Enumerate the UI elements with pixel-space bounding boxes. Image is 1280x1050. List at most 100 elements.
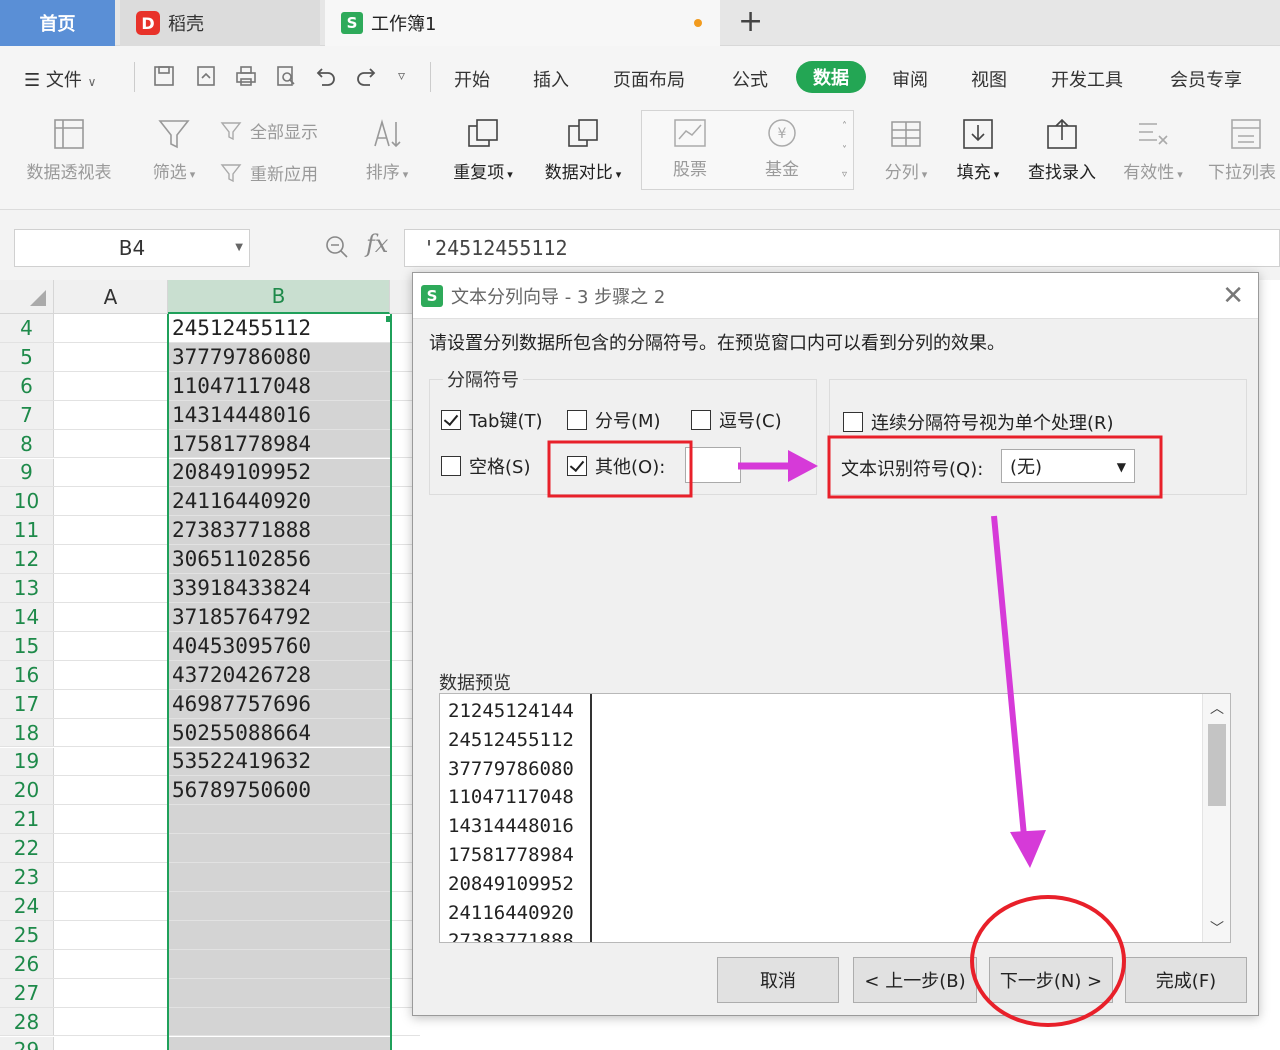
comma-checkbox[interactable]: 逗号(C) xyxy=(691,407,782,433)
next-button[interactable]: 下一步(N) > xyxy=(989,957,1113,1003)
menu-page-layout[interactable]: 页面布局 xyxy=(613,66,685,92)
cell-a[interactable] xyxy=(54,949,168,978)
close-icon[interactable]: ✕ xyxy=(1222,281,1244,311)
cell-b[interactable] xyxy=(168,1036,390,1050)
row-number[interactable]: 12 xyxy=(0,545,54,574)
cell-b[interactable]: 46987757696 xyxy=(168,689,390,718)
active-cell-b4[interactable]: 24512455112 xyxy=(168,314,390,342)
zoom-icon[interactable] xyxy=(324,234,350,264)
tab-workbook[interactable]: S 工作簿1 xyxy=(325,0,720,46)
cell-a[interactable] xyxy=(54,1007,168,1036)
row-number[interactable]: 16 xyxy=(0,660,54,689)
cell-b[interactable] xyxy=(168,805,390,834)
preview-column[interactable]: 21245124144 24512455112 37779786080 1104711… xyxy=(440,694,592,942)
cell-b[interactable]: 11047117048 xyxy=(168,371,390,400)
cell-b[interactable]: 27383771888 xyxy=(168,516,390,545)
cell-a[interactable] xyxy=(54,1036,168,1050)
file-menu[interactable]: ☰ 文件 ∨ xyxy=(24,66,96,92)
column-header-a[interactable]: A xyxy=(54,280,168,314)
cell-b[interactable]: 33918433824 xyxy=(168,574,390,602)
redo-icon[interactable] xyxy=(354,64,378,94)
cell-a[interactable] xyxy=(54,371,168,400)
cell-b[interactable] xyxy=(168,949,390,978)
print-preview-icon[interactable] xyxy=(274,64,298,94)
tab-checkbox[interactable]: Tab键(T) xyxy=(441,407,543,433)
row-number[interactable]: 8 xyxy=(0,429,54,458)
scroll-down-icon[interactable]: ﹀ xyxy=(1210,918,1224,938)
cell-b[interactable]: 14314448016 xyxy=(168,400,390,429)
other-delimiter-input[interactable] xyxy=(685,447,741,483)
print-icon[interactable] xyxy=(234,64,258,94)
cell-b[interactable]: 50255088664 xyxy=(168,718,390,747)
row-number[interactable]: 9 xyxy=(0,458,54,487)
dialog-title-bar[interactable]: S 文本分列向导 - 3 步骤之 2 ✕ xyxy=(413,273,1258,319)
fx-icon[interactable]: fx xyxy=(366,230,388,258)
consecutive-delimiters-checkbox[interactable]: 连续分隔符号视为单个处理(R) xyxy=(843,409,1114,435)
row-number[interactable]: 4 xyxy=(0,314,54,342)
data-preview[interactable]: 21245124144 24512455112 37779786080 1104711… xyxy=(439,693,1231,943)
cell-a[interactable] xyxy=(54,834,168,863)
row-number[interactable]: 22 xyxy=(0,834,54,863)
filter-button[interactable]: 筛选 ▾ xyxy=(146,116,202,183)
scroll-up-icon[interactable]: ︿ xyxy=(1210,698,1224,718)
menu-view[interactable]: 视图 xyxy=(971,66,1007,92)
cell-a[interactable] xyxy=(54,400,168,429)
menu-formulas[interactable]: 公式 xyxy=(732,66,768,92)
cell-a[interactable] xyxy=(54,978,168,1007)
finish-button[interactable]: 完成(F) xyxy=(1125,957,1247,1003)
row-number[interactable]: 26 xyxy=(0,949,54,978)
cell-a[interactable] xyxy=(54,805,168,834)
cell-a[interactable] xyxy=(54,863,168,891)
show-all-button[interactable]: 全部显示 xyxy=(220,118,318,143)
row-number[interactable]: 18 xyxy=(0,718,54,747)
cell-b[interactable] xyxy=(168,863,390,891)
row-number[interactable]: 23 xyxy=(0,863,54,891)
space-checkbox[interactable]: 空格(S) xyxy=(441,453,530,479)
tab-docer[interactable]: D 稻壳 xyxy=(120,0,320,46)
row-number[interactable]: 21 xyxy=(0,805,54,834)
cell-a[interactable] xyxy=(54,342,168,371)
export-icon[interactable] xyxy=(194,64,218,94)
customize-toolbar-icon[interactable]: ▿ xyxy=(398,68,405,84)
cell-b[interactable]: 40453095760 xyxy=(168,631,390,660)
cell-b[interactable]: 17581778984 xyxy=(168,429,390,458)
cell-b[interactable]: 30651102856 xyxy=(168,545,390,574)
row-number[interactable]: 15 xyxy=(0,631,54,660)
cell-b[interactable]: 53522419632 xyxy=(168,747,390,776)
row-number[interactable]: 7 xyxy=(0,400,54,429)
menu-review[interactable]: 审阅 xyxy=(892,66,928,92)
undo-icon[interactable] xyxy=(314,64,338,94)
cell-a[interactable] xyxy=(54,574,168,602)
menu-data[interactable]: 数据 xyxy=(796,61,866,93)
cell-b[interactable]: 37185764792 xyxy=(168,603,390,631)
row-number[interactable]: 28 xyxy=(0,1007,54,1036)
fund-button[interactable]: ¥ 基金 xyxy=(758,117,806,180)
row-number[interactable]: 13 xyxy=(0,574,54,602)
cell-b[interactable] xyxy=(168,1007,390,1036)
cell-a[interactable] xyxy=(54,487,168,516)
cell-b[interactable] xyxy=(168,920,390,949)
row-number[interactable]: 29 xyxy=(0,1036,54,1050)
cell-a[interactable] xyxy=(54,776,168,805)
scrollbar-thumb[interactable] xyxy=(1208,724,1226,806)
reapply-button[interactable]: 重新应用 xyxy=(220,160,318,185)
menu-insert[interactable]: 插入 xyxy=(533,66,569,92)
preview-scrollbar[interactable]: ︿ ﹀ xyxy=(1202,694,1230,942)
name-box[interactable]: B4 ▼ xyxy=(14,229,250,267)
row-number[interactable]: 27 xyxy=(0,978,54,1007)
cell-b[interactable] xyxy=(168,978,390,1007)
cell-a[interactable] xyxy=(54,718,168,747)
cell-b[interactable]: 24116440920 xyxy=(168,487,390,516)
tab-home[interactable]: 首页 xyxy=(0,0,115,46)
save-icon[interactable] xyxy=(152,64,176,94)
cell-a[interactable] xyxy=(54,603,168,631)
cell-a[interactable] xyxy=(54,689,168,718)
column-header-b[interactable]: B xyxy=(168,280,390,314)
cell-a[interactable] xyxy=(54,516,168,545)
cell-a[interactable] xyxy=(54,747,168,776)
cell-b[interactable]: 56789750600 xyxy=(168,776,390,805)
caret-down-icon[interactable]: ▼ xyxy=(235,242,243,253)
cell-b[interactable]: 20849109952 xyxy=(168,458,390,487)
duplicates-button[interactable]: 重复项 ▾ xyxy=(446,116,520,183)
other-checkbox[interactable]: 其他(O): xyxy=(567,453,665,479)
